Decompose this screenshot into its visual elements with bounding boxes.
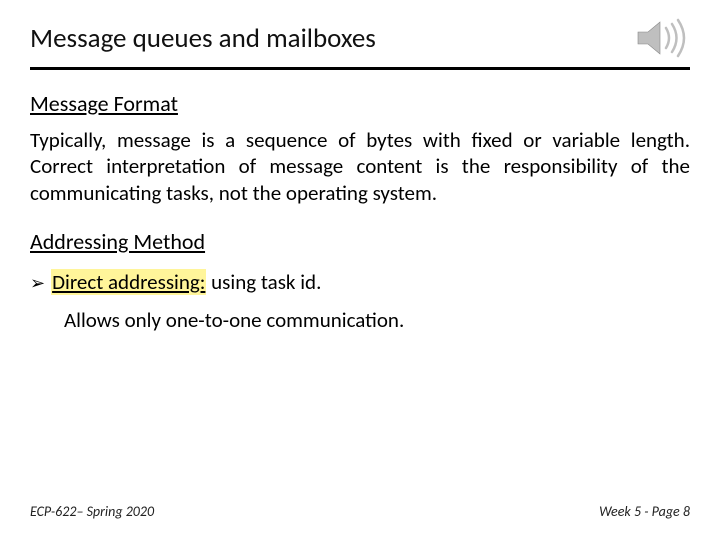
speaker-icon (634, 18, 690, 63)
footer-right: Week 5 - Page 8 (599, 503, 690, 520)
bullet-term-highlight: Direct addressing: (51, 269, 206, 295)
bullet-detail: Allows only one-to-one communication. (64, 307, 690, 333)
bullet-glyph: ➢ (30, 272, 45, 294)
bullet-direct-addressing: ➢ Direct addressing: using task id. (30, 269, 690, 295)
slide-footer: ECP-622– Spring 2020 Week 5 - Page 8 (30, 503, 690, 520)
bullet-text: Direct addressing: using task id. (51, 269, 321, 295)
section-heading-addressing-method: Addressing Method (30, 228, 690, 255)
title-underline (30, 67, 690, 70)
section-heading-message-format: Message Format (30, 90, 690, 117)
section-body-message-format: Typically, message is a sequence of byte… (30, 127, 690, 206)
slide-title: Message queues and mailboxes (30, 22, 690, 55)
slide: Message queues and mailboxes Message For… (0, 0, 720, 540)
footer-left: ECP-622– Spring 2020 (30, 503, 154, 520)
bullet-rest: using task id. (206, 269, 321, 295)
